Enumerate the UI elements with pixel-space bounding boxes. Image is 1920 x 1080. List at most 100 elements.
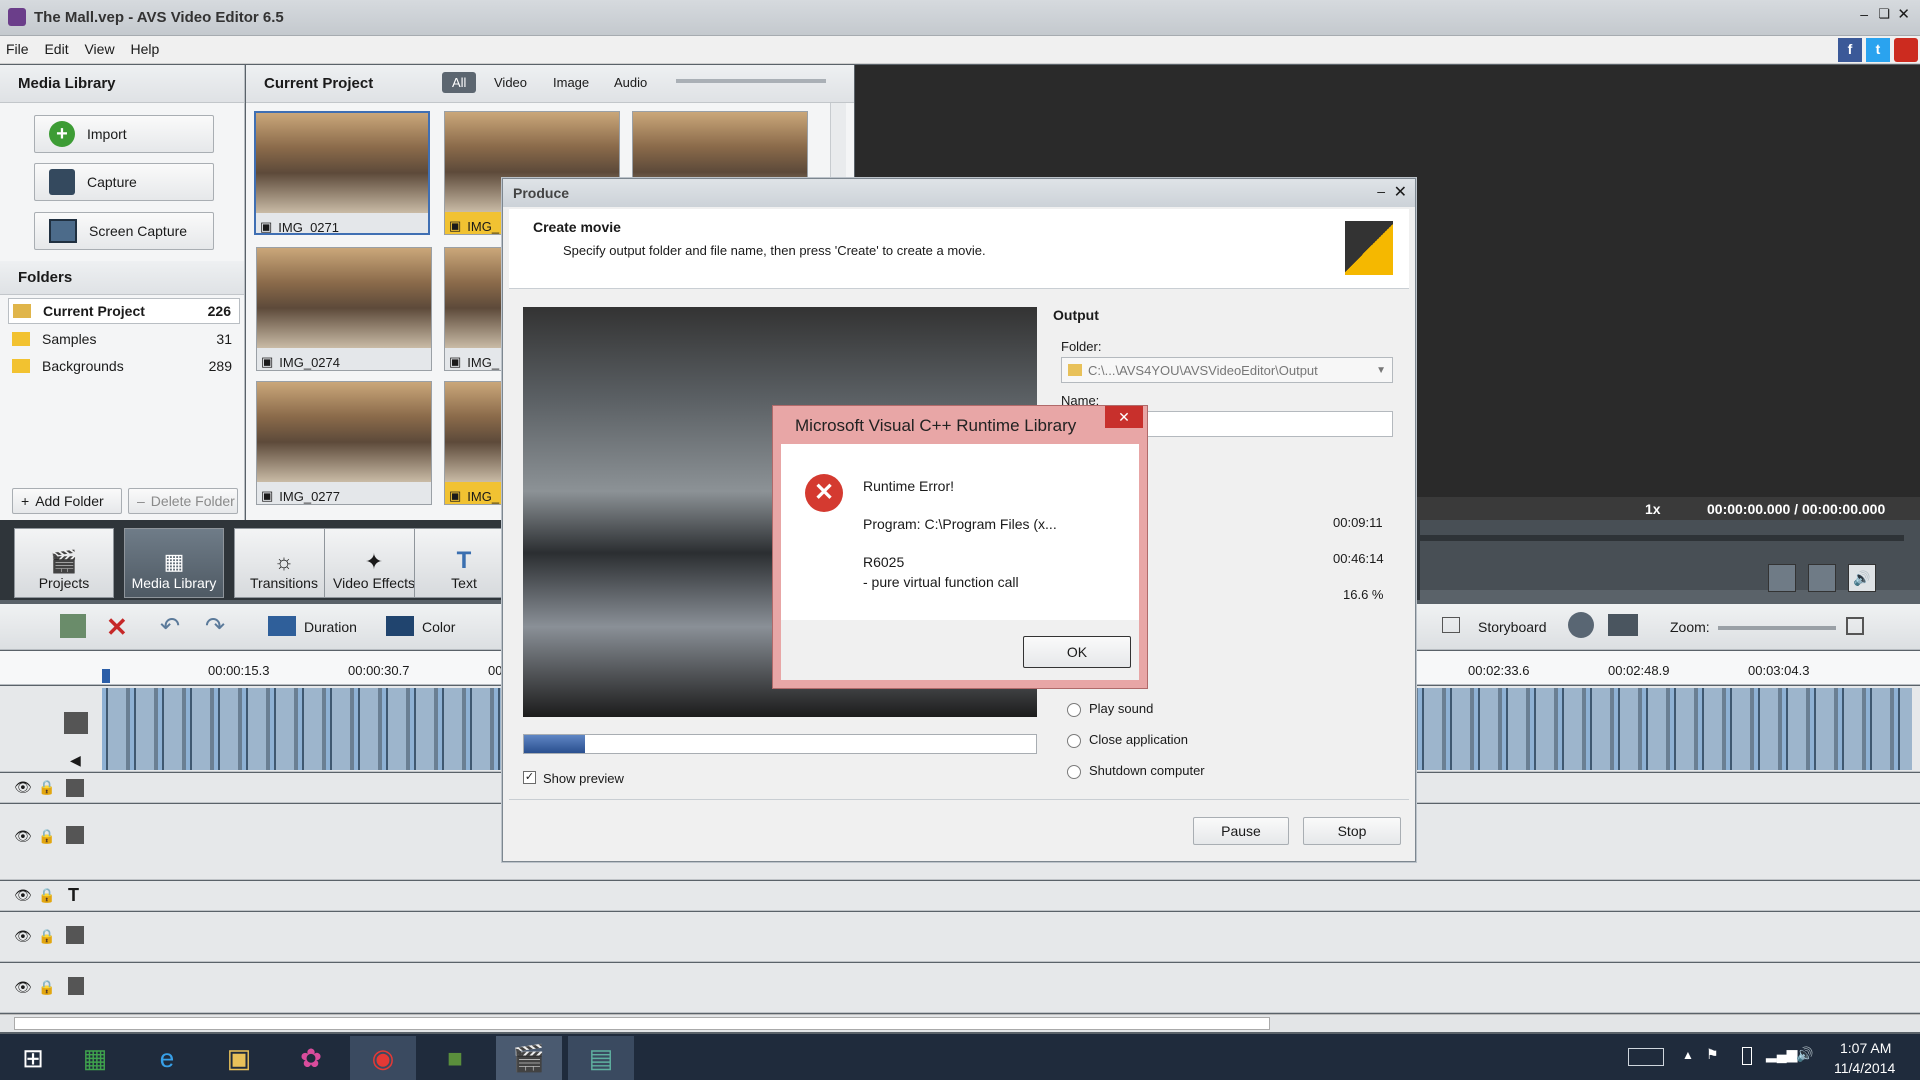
keyboard-icon[interactable] bbox=[1628, 1048, 1664, 1066]
menu-help[interactable]: Help bbox=[124, 36, 165, 62]
produce-minimize-button[interactable]: – bbox=[1377, 183, 1385, 199]
tab-transitions[interactable]: ☼ Transitions bbox=[234, 528, 334, 598]
eye-icon[interactable]: 👁 bbox=[14, 979, 32, 996]
output-title: Output bbox=[1053, 307, 1099, 323]
ok-button[interactable]: OK bbox=[1023, 636, 1131, 668]
volume-icon[interactable]: 🔊 bbox=[1796, 1046, 1813, 1063]
lock-icon[interactable]: 🔒 bbox=[38, 928, 55, 945]
eye-icon[interactable]: 👁 bbox=[14, 887, 32, 904]
error-close-button[interactable]: ✕ bbox=[1105, 406, 1143, 428]
playhead[interactable] bbox=[102, 669, 110, 683]
tab-text[interactable]: T Text bbox=[414, 528, 514, 598]
timeline-scrollbar[interactable] bbox=[0, 1014, 1920, 1032]
lock-icon[interactable]: 🔒 bbox=[38, 887, 55, 904]
move-to-timeline-icon[interactable] bbox=[60, 614, 86, 638]
speed-label[interactable]: 1x bbox=[1645, 501, 1661, 517]
battery-icon[interactable] bbox=[1742, 1047, 1752, 1065]
capture-button[interactable]: Capture bbox=[34, 163, 214, 201]
facebook-icon[interactable]: f bbox=[1838, 38, 1862, 62]
filter-all[interactable]: All bbox=[442, 72, 477, 93]
scrollbar-thumb[interactable] bbox=[14, 1017, 1270, 1030]
pause-button[interactable]: Pause bbox=[1193, 817, 1289, 845]
avs-video-editor-icon[interactable]: 🎬 bbox=[496, 1036, 562, 1080]
twitter-icon[interactable]: t bbox=[1866, 38, 1890, 62]
import-button[interactable]: + Import bbox=[34, 115, 214, 153]
file-explorer-icon[interactable]: ▣ bbox=[206, 1036, 272, 1080]
menu-edit[interactable]: Edit bbox=[38, 36, 74, 62]
zoom-slider[interactable] bbox=[1718, 626, 1836, 630]
ie-icon[interactable]: e bbox=[134, 1036, 200, 1080]
stop-button[interactable]: Stop bbox=[1303, 817, 1401, 845]
thumbnail-size-slider[interactable] bbox=[676, 79, 826, 83]
add-folder-button[interactable]: + Add Folder bbox=[12, 488, 122, 514]
filter-image[interactable]: Image bbox=[553, 75, 589, 90]
start-icon[interactable]: ⊞ bbox=[0, 1036, 66, 1080]
produce-close-button[interactable]: ✕ bbox=[1394, 182, 1407, 202]
audio-mute-icon[interactable]: ◀ bbox=[70, 752, 81, 769]
tray-expand-icon[interactable]: ▲ bbox=[1682, 1048, 1694, 1062]
folder-item-current-project[interactable]: Current Project 226 bbox=[8, 298, 240, 324]
eye-icon[interactable]: 👁 bbox=[14, 828, 32, 845]
signal-icon[interactable]: ▂▄▆ bbox=[1766, 1046, 1797, 1063]
storyboard-label[interactable]: Storyboard bbox=[1478, 619, 1546, 635]
duration-icon[interactable] bbox=[268, 616, 296, 636]
lock-icon[interactable]: 🔒 bbox=[38, 828, 55, 845]
snapshot-icon[interactable] bbox=[1768, 564, 1796, 592]
delete-icon[interactable]: ✕ bbox=[106, 612, 128, 643]
option-close-application[interactable]: Close application bbox=[1067, 732, 1188, 748]
color-label[interactable]: Color bbox=[422, 619, 455, 635]
clock-date[interactable]: 11/4/2014 bbox=[1834, 1060, 1895, 1076]
minimize-button[interactable]: – bbox=[1860, 6, 1868, 22]
tab-projects[interactable]: 🎬 Projects bbox=[14, 528, 114, 598]
menu-view[interactable]: View bbox=[78, 36, 120, 62]
filter-audio[interactable]: Audio bbox=[614, 75, 647, 90]
thumb-IMG_0271[interactable]: ▣ IMG_0271 bbox=[254, 111, 430, 235]
filter-video[interactable]: Video bbox=[494, 75, 527, 90]
eye-icon[interactable]: 👁 bbox=[14, 779, 32, 796]
youtube-icon[interactable] bbox=[1894, 38, 1918, 62]
picasa-icon[interactable]: ✿ bbox=[278, 1036, 344, 1080]
flag-icon[interactable]: ⚑ bbox=[1706, 1046, 1719, 1063]
store-icon[interactable]: ▦ bbox=[62, 1036, 128, 1080]
music-track[interactable]: 👁 🔒 bbox=[0, 963, 1920, 1013]
tab-media-library[interactable]: ▦ Media Library bbox=[124, 528, 224, 598]
undo-icon[interactable]: ↶ bbox=[160, 612, 180, 641]
lock-icon[interactable]: 🔒 bbox=[38, 779, 55, 796]
show-preview-checkbox[interactable]: ✓ bbox=[523, 771, 536, 784]
voice-over-icon[interactable] bbox=[1568, 612, 1594, 638]
eye-icon[interactable]: 👁 bbox=[14, 928, 32, 945]
thumb-IMG_0277[interactable]: ▣ IMG_0277 bbox=[256, 381, 432, 505]
radio-button[interactable] bbox=[1067, 764, 1081, 779]
radio-button[interactable] bbox=[1067, 702, 1081, 717]
screen-capture-button[interactable]: Screen Capture bbox=[34, 212, 214, 250]
display-icon[interactable] bbox=[1608, 614, 1638, 636]
volume-icon[interactable]: 🔊 bbox=[1848, 564, 1876, 592]
audio-track[interactable]: 👁 🔒 bbox=[0, 912, 1920, 962]
delete-folder-label: Delete Folder bbox=[150, 493, 235, 509]
redo-icon[interactable]: ↷ bbox=[205, 612, 225, 641]
radio-button[interactable] bbox=[1067, 733, 1081, 748]
preview-progress-track[interactable] bbox=[1420, 535, 1904, 541]
folder-item-samples[interactable]: Samples 31 bbox=[8, 327, 240, 351]
text-track[interactable]: 👁 🔒 T bbox=[0, 881, 1920, 911]
thumb-IMG_0274[interactable]: ▣ IMG_0274 bbox=[256, 247, 432, 371]
folder-item-backgrounds[interactable]: Backgrounds 289 bbox=[8, 354, 240, 378]
chrome-icon[interactable]: ◉ bbox=[350, 1036, 416, 1080]
tab-video-effects[interactable]: ✦ Video Effects bbox=[324, 528, 424, 598]
close-button[interactable]: ✕ bbox=[1897, 5, 1910, 23]
fit-zoom-icon[interactable] bbox=[1846, 617, 1864, 635]
option-shutdown-computer[interactable]: Shutdown computer bbox=[1067, 763, 1205, 779]
minecraft-icon[interactable]: ■ bbox=[422, 1036, 488, 1080]
lock-icon[interactable]: 🔒 bbox=[38, 979, 55, 996]
menu-file[interactable]: File bbox=[0, 36, 35, 62]
color-icon[interactable] bbox=[386, 616, 414, 636]
folder-select[interactable]: C:\...\AVS4YOU\AVSVideoEditor\Output ▼ bbox=[1061, 357, 1393, 383]
camera-icon[interactable] bbox=[1808, 564, 1836, 592]
option-play-sound[interactable]: Play sound bbox=[1067, 701, 1153, 717]
app-window-icon[interactable]: ▤ bbox=[568, 1036, 634, 1080]
restore-button[interactable]: ❏ bbox=[1878, 6, 1890, 22]
delete-folder-button[interactable]: – Delete Folder bbox=[128, 488, 238, 514]
storyboard-icon[interactable] bbox=[1442, 617, 1460, 633]
duration-label[interactable]: Duration bbox=[304, 619, 357, 635]
clock-time[interactable]: 1:07 AM bbox=[1840, 1040, 1891, 1056]
